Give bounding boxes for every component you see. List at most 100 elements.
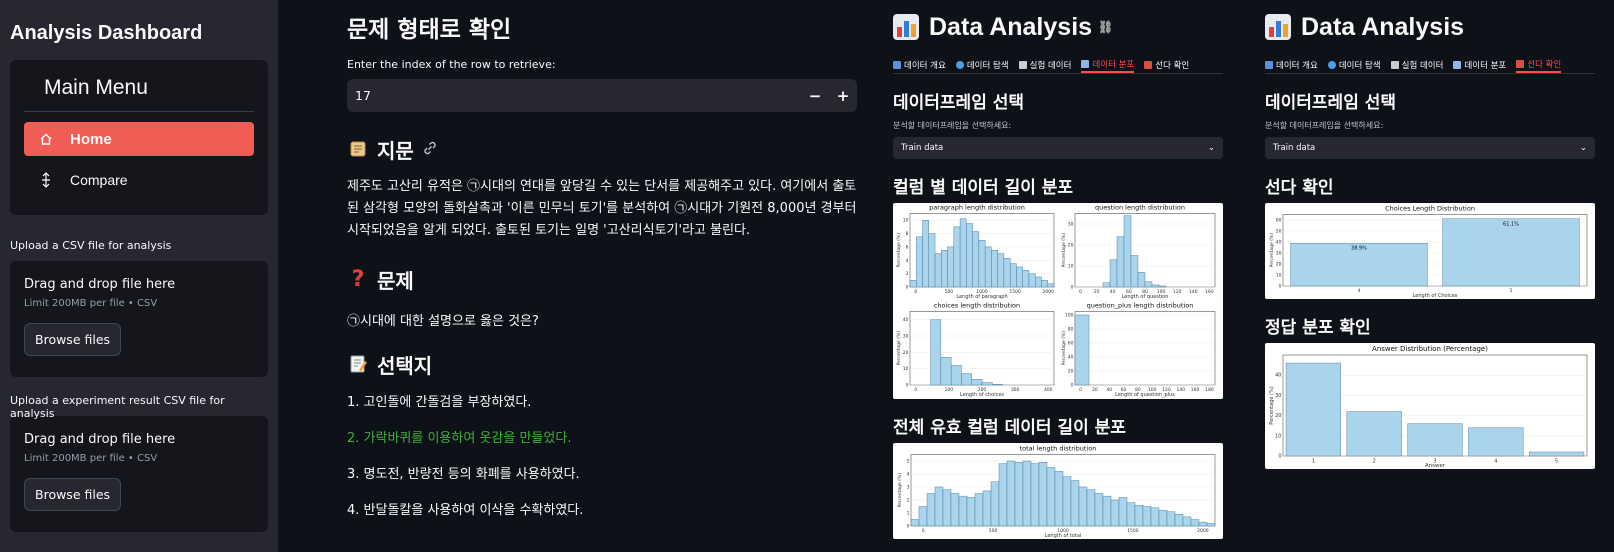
x-tick-label: 1500 [1127,528,1139,534]
chart-bar [966,223,973,288]
y-tick-label: 40 [1068,355,1074,361]
chart-bar [1014,462,1024,527]
x-tick-label: 2 [1373,459,1376,465]
tab-experiment[interactable]: 실험 데이터 [1390,56,1443,73]
y-tick-label: 6 [906,244,909,250]
section-heading: 컬럼 별 데이터 길이 분포 [893,178,1074,198]
tab-overview[interactable]: 데이터 개요 [893,56,946,73]
y-tick-label: 60 [1276,218,1282,224]
choices-length-figure: Choices Length Distribution 0 10 20 30 40 50 60… [1265,203,1595,299]
y-tick-label: 0 [906,285,909,291]
y-tick-label: 10 [903,366,909,372]
select-value: Train data [1273,143,1316,153]
chart-bar [1144,281,1153,288]
chart-title: question length distribution [1095,204,1185,212]
x-tick-label: 100 [945,387,954,393]
chart-bar [991,250,998,288]
chart-bar [1028,273,1036,288]
tab-choices[interactable]: 선다 확인 [1144,56,1189,73]
chart-title: question_plus length distribution [1087,302,1194,310]
chart-bar [1130,255,1139,288]
tab-explore[interactable]: 데이터 탐색 [1327,56,1381,73]
chart-bar [1150,507,1160,527]
chart-bar [934,486,944,527]
chart-bar [947,246,955,288]
chevron-down-icon: ⌄ [1207,143,1215,153]
tab-overview[interactable]: 데이터 개요 [1265,56,1318,73]
tab-label: 데이터 분포 [1092,59,1135,70]
y-tick-label: 10 [1276,273,1282,279]
y-tick-label: 10 [1068,264,1074,270]
x-tick-label: 0 [914,387,917,393]
chart-bar [1442,218,1580,287]
dataframe-select[interactable]: Train data ⌄ [893,137,1223,159]
file-dropzone[interactable]: Drag and drop file here Limit 200MB per … [10,261,268,377]
bar-chart-icon [893,14,919,40]
x-tick-label: 1 [1312,459,1315,465]
x-tick-label: 500 [945,289,954,295]
y-tick-label: 40 [1276,240,1282,246]
tab-experiment[interactable]: 실험 데이터 [1018,56,1071,73]
menu-item-home[interactable]: Home [24,122,254,156]
x-tick-label: 120 [1173,289,1182,295]
menu-item-compare[interactable]: Compare [24,163,254,197]
chart-bar [1022,270,1030,288]
passage-text: 제주도 고산리 유적은 ㉠시대의 연대를 앞당길 수 있는 단서를 제공해주고 … [347,179,857,238]
tab-explore[interactable]: 데이터 탐색 [955,56,1009,73]
chart-bar [1151,284,1160,288]
browse-files-button[interactable]: Browse files [24,323,122,356]
analysis-panel-distribution: Data Analysis ⛓ 데이터 개요 데이터 탐색 실험 데이터 데이터… [893,0,1223,552]
browse-files-button[interactable]: Browse files [24,478,122,511]
chart-bar [928,233,936,288]
x-tick-label: 1500 [1009,289,1021,295]
link-icon[interactable] [422,137,438,161]
link-icon[interactable]: ⛓ [1098,20,1113,34]
chart-bar [934,253,942,288]
x-tick-label: 0 [1079,289,1082,295]
tab-distribution[interactable]: 데이터 분포 [1453,56,1506,73]
chart-bar [1198,521,1208,527]
chart-bar [1016,266,1023,288]
x-tick-label: 4 [1358,288,1361,294]
decrement-button[interactable]: − [801,87,829,105]
chart-bar [916,236,923,288]
x-axis-label: Length of choices [960,392,1004,398]
chart-bar [1137,272,1146,288]
y-tick-label: 30 [1275,393,1281,399]
y-tick-label: 0 [1278,454,1281,460]
select-hint: 분석할 데이터프레임을 선택하세요: [1265,121,1384,130]
chart-bar [1035,276,1042,288]
choice-item: 4. 반달돌칼을 사용하여 이삭을 수확하였다. [347,503,584,518]
question-length-chart: question length distribution 0 10 20 30 0 20 40… [1061,204,1216,300]
section-heading: 데이터프레임 선택 [893,93,1025,113]
question-text: ㉠시대에 대한 설명으로 옳은 것은? [347,314,539,329]
data-label: 38.9% [1351,246,1367,252]
chart-bar [1116,236,1125,288]
increment-button[interactable]: + [829,87,857,105]
tab-choices[interactable]: 선다 확인 [1516,56,1562,73]
dropzone-text: Drag and drop file here [24,432,176,447]
memo-icon [347,353,369,375]
chart-bar [1102,495,1112,527]
x-tick-label: 0 [1079,387,1082,393]
chart-bar [1102,282,1111,288]
chart-bar [950,493,960,527]
chart-bar [1070,480,1080,527]
y-tick-label: 40 [903,317,909,323]
dataframe-select[interactable]: Train data ⌄ [1265,137,1595,159]
chart-bar [1123,215,1132,288]
x-tick-label: 300 [1011,387,1020,393]
chart-bar [1046,467,1056,527]
tab-distribution[interactable]: 데이터 분포 [1081,56,1135,73]
row-index-input[interactable]: 17 − + [347,79,857,112]
chart-bar [1118,497,1128,527]
row-index-value[interactable]: 17 [347,88,801,103]
chart-bar [922,219,929,288]
column-length-figure: paragraph length distribution 0 2 4 6 8 10 0 500… [893,203,1223,399]
y-tick-label: 0 [1071,285,1074,291]
x-tick-label: 500 [989,528,998,534]
column-length-charts: paragraph length distribution02468100 500… [896,204,1216,398]
file-dropzone[interactable]: Drag and drop file here Limit 200MB per … [10,416,268,532]
y-tick-label: 1 [907,511,910,517]
chart-bar [1182,516,1192,527]
